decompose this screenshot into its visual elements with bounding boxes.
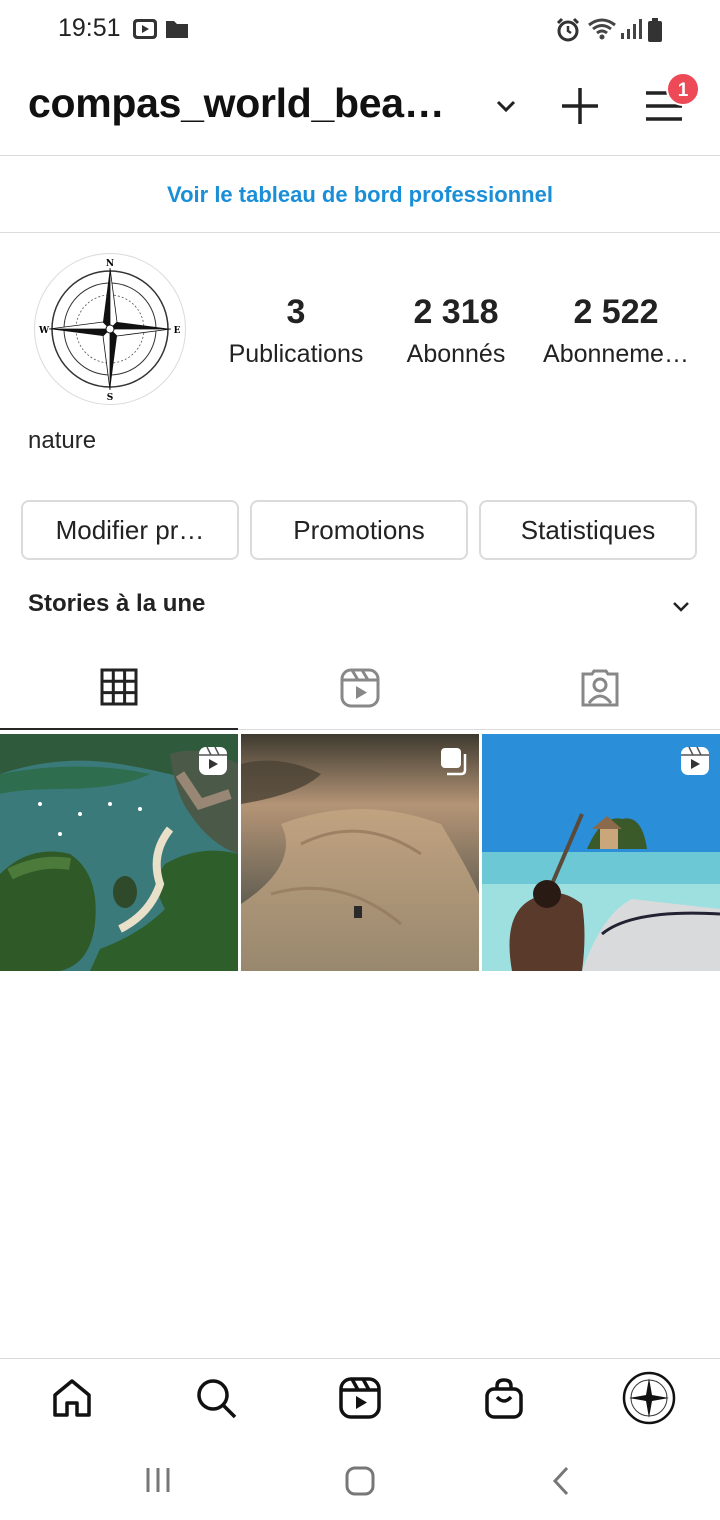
tab-grid[interactable] xyxy=(0,646,238,730)
stat-followers[interactable]: 2 318 Abonnés xyxy=(386,292,526,376)
back-icon[interactable] xyxy=(550,1466,572,1501)
reel-icon xyxy=(198,746,228,781)
stat-publications[interactable]: 3 Publications xyxy=(216,292,376,376)
reels-icon xyxy=(340,668,380,708)
carousel-icon xyxy=(439,746,469,781)
bottom-navigation xyxy=(0,1358,720,1440)
grid-icon xyxy=(100,668,138,706)
profile-tabs xyxy=(0,646,720,730)
story-highlights-label[interactable]: Stories à la une xyxy=(28,590,205,618)
promotions-button[interactable]: Promotions xyxy=(250,500,468,560)
profile-header: compas_world_bea… xyxy=(0,60,720,156)
tab-reels[interactable] xyxy=(240,646,480,730)
compass-rose-logo: N S E W xyxy=(38,259,181,403)
compass-w: W xyxy=(38,326,50,336)
professional-dashboard-link[interactable]: Voir le tableau de bord professionnel xyxy=(0,156,720,233)
youtube-icon xyxy=(132,17,158,46)
chevron-down-icon[interactable] xyxy=(670,598,692,621)
tagged-icon xyxy=(581,669,619,707)
stat-label: Publications xyxy=(228,340,364,368)
compass-e: E xyxy=(174,326,181,336)
reel-icon xyxy=(680,746,710,781)
home-button-icon[interactable] xyxy=(344,1466,376,1501)
profile-bio: nature xyxy=(28,427,97,454)
wifi-icon xyxy=(587,17,617,46)
insights-button[interactable]: Statistiques xyxy=(479,500,697,560)
stat-value: 2 318 xyxy=(413,293,499,331)
edit-profile-button[interactable]: Modifier pr… xyxy=(21,500,239,560)
stat-value: 2 522 xyxy=(573,293,659,331)
profile-avatar[interactable]: N S E W xyxy=(34,253,186,405)
signal-icon xyxy=(620,17,642,46)
system-navigation xyxy=(0,1440,720,1520)
home-icon[interactable] xyxy=(51,1377,93,1424)
post-thumbnail[interactable] xyxy=(482,734,720,971)
stat-following[interactable]: 2 522 Abonneme… xyxy=(536,292,696,376)
post-thumbnail[interactable] xyxy=(0,734,238,971)
post-thumbnail[interactable] xyxy=(241,734,479,971)
shop-icon[interactable] xyxy=(483,1377,525,1424)
posts-grid xyxy=(0,734,720,971)
profile-avatar[interactable] xyxy=(622,1371,676,1430)
compass-s: S xyxy=(107,393,114,403)
recents-icon[interactable] xyxy=(145,1466,173,1499)
stat-label: Abonneme… xyxy=(543,340,689,368)
notification-badge: 1 xyxy=(666,72,700,106)
battery-icon xyxy=(647,17,663,48)
stat-label: Abonnés xyxy=(406,340,506,368)
chevron-down-icon[interactable] xyxy=(494,94,518,123)
reels-icon[interactable] xyxy=(339,1377,381,1424)
plus-icon[interactable] xyxy=(560,86,600,131)
tab-tagged[interactable] xyxy=(480,646,720,730)
alarm-icon xyxy=(555,17,581,48)
search-icon[interactable] xyxy=(195,1377,237,1424)
folder-icon xyxy=(164,17,190,46)
compass-n: N xyxy=(106,259,114,269)
username-switcher[interactable]: compas_world_bea… xyxy=(28,80,445,127)
status-bar: 19:51 xyxy=(0,0,720,58)
stat-value: 3 xyxy=(286,293,306,331)
status-time: 19:51 xyxy=(58,14,121,42)
